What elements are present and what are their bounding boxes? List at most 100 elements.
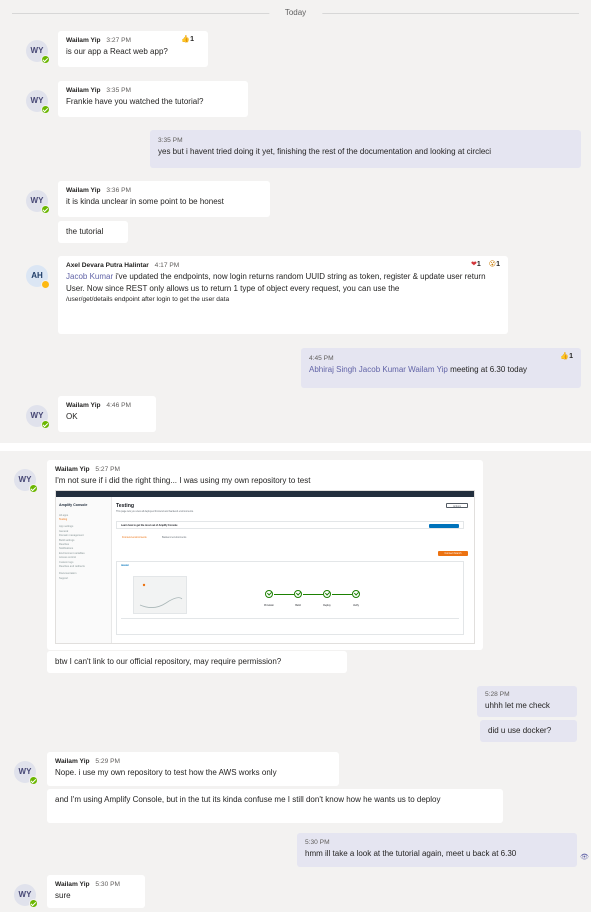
app-title: Testing xyxy=(116,503,135,509)
sidebar-item: Rewrites and redirects xyxy=(59,564,85,568)
presence-available-icon xyxy=(41,420,50,429)
mention-link[interactable]: Jacob Kumar xyxy=(66,272,113,281)
app-description: This page lets you view all deployed fro… xyxy=(116,510,194,513)
stage-provision-icon xyxy=(265,590,273,598)
message-time: 5:27 PM xyxy=(95,466,120,473)
message-bubble[interactable]: Wailam Yip 3:27 PM is our app a React we… xyxy=(58,31,208,67)
stage-label: Deploy xyxy=(323,604,331,607)
message-text: sure xyxy=(55,891,71,900)
avatar[interactable]: WY xyxy=(14,761,38,785)
like-count: 1 xyxy=(569,353,573,360)
attached-screenshot[interactable]: Amplify Console All apps Testing App set… xyxy=(55,490,475,644)
like-icon: 👍 xyxy=(560,353,570,360)
my-message-bubble[interactable]: 4:45 PM Abhiraj Singh Jacob Kumar Wailam… xyxy=(301,348,581,388)
author-name: Wailam Yip xyxy=(66,87,101,94)
stage-connector xyxy=(303,594,323,596)
message-time: 3:35 PM xyxy=(158,137,183,144)
mention-link[interactable]: Abhiraj Singh Jacob Kumar Wailam Yip xyxy=(309,365,448,374)
message-text: Nope. i use my own repository to test ho… xyxy=(55,768,277,777)
my-message-bubble-followup[interactable]: did u use docker? xyxy=(480,720,577,742)
message-time: 5:28 PM xyxy=(485,691,510,698)
presence-available-icon xyxy=(29,776,38,785)
message-body: meeting at 6.30 today xyxy=(447,365,528,374)
message-bubble[interactable]: Wailam Yip 3:35 PM Frankie have you watc… xyxy=(58,81,248,117)
reaction-summary[interactable]: 👍1 xyxy=(175,35,194,45)
my-message-bubble[interactable]: 5:30 PM hmm ill take a look at the tutor… xyxy=(297,833,577,867)
message-bubble[interactable]: Wailam Yip 4:46 PM OK xyxy=(58,396,156,432)
stage-label: Provision xyxy=(264,604,274,607)
message-bubble[interactable]: Axel Devara Putra Halintar 4:17 PM Jacob… xyxy=(58,256,508,334)
branch-card: master Provision Build Deploy Verify xyxy=(116,561,464,635)
avatar-initials: AH xyxy=(31,271,43,280)
reaction-summary[interactable]: ❤1 😮1 xyxy=(465,260,500,270)
read-receipt-icon: 👁 xyxy=(580,854,589,861)
presence-available-icon xyxy=(29,484,38,493)
avatar-initials: WY xyxy=(18,890,32,899)
avatar[interactable]: WY xyxy=(26,190,50,214)
message-header: Wailam Yip 5:29 PM xyxy=(55,757,331,767)
avatar[interactable]: WY xyxy=(26,40,50,64)
message-bubble[interactable]: Wailam Yip 3:36 PM it is kinda unclear i… xyxy=(58,181,270,217)
actions-button: Actions xyxy=(446,503,468,508)
reaction-summary[interactable]: 👍1 xyxy=(554,352,573,362)
avatar[interactable]: AH xyxy=(26,265,50,289)
my-message-bubble[interactable]: 3:35 PM yes but i havent tried doing it … xyxy=(150,130,581,168)
message-time: 4:45 PM xyxy=(309,355,334,362)
message-bubble-followup[interactable]: the tutorial xyxy=(58,221,128,243)
branch-name: master xyxy=(121,564,129,567)
message-text: OK xyxy=(66,412,78,421)
message-bubble-followup[interactable]: and I'm using Amplify Console, but in th… xyxy=(47,789,503,823)
message-text: uhhh let me check xyxy=(485,701,550,710)
author-name: Wailam Yip xyxy=(55,881,90,888)
preview-thumbnail xyxy=(133,576,187,614)
message-time: 3:27 PM xyxy=(106,37,131,44)
message-header: Wailam Yip 5:30 PM xyxy=(55,880,137,890)
avatar[interactable]: WY xyxy=(14,884,38,908)
sidebar-item: Support xyxy=(59,576,69,580)
author-name: Wailam Yip xyxy=(66,187,101,194)
message-bubble[interactable]: Wailam Yip 5:30 PM sure xyxy=(47,875,145,908)
my-message-bubble[interactable]: 5:28 PM uhhh let me check xyxy=(477,686,577,717)
avatar-initials: WY xyxy=(30,196,44,205)
stage-connector xyxy=(332,594,352,596)
message-body: i've updated the endpoints, now login re… xyxy=(66,272,486,293)
presence-available-icon xyxy=(41,55,50,64)
like-count: 1 xyxy=(190,36,194,43)
message-bubble-followup[interactable]: btw I can't link to our official reposit… xyxy=(47,651,347,673)
tab-backend: Backend environments xyxy=(162,536,187,539)
avatar-initials: WY xyxy=(18,767,32,776)
avatar[interactable]: WY xyxy=(26,90,50,114)
message-header: Wailam Yip 4:46 PM xyxy=(66,401,148,411)
message-text: it is kinda unclear in some point to be … xyxy=(66,197,224,206)
message-text: Abhiraj Singh Jacob Kumar Wailam Yip mee… xyxy=(309,364,573,376)
message-text: did u use docker? xyxy=(488,726,552,735)
message-text: hmm ill take a look at the tutorial agai… xyxy=(305,849,517,858)
presence-available-icon xyxy=(41,205,50,214)
message-text: yes but i havent tried doing it yet, fin… xyxy=(158,147,492,156)
message-text: I'm not sure if i did the right thing...… xyxy=(55,476,311,485)
avatar-initials: WY xyxy=(18,475,32,484)
message-bubble[interactable]: Wailam Yip 5:27 PM I'm not sure if i did… xyxy=(47,460,483,650)
like-icon: 👍 xyxy=(181,36,191,43)
learn-banner: Learn how to get the most out of Amplify… xyxy=(116,521,464,529)
avatar-initials: WY xyxy=(30,46,44,55)
amplify-main: Testing This page lets you view all depl… xyxy=(116,499,468,639)
message-header: Axel Devara Putra Halintar 4:17 PM xyxy=(66,261,500,271)
preview-chart-icon xyxy=(139,583,183,608)
author-name: Wailam Yip xyxy=(55,466,90,473)
presence-available-icon xyxy=(29,899,38,908)
heart-count: 1 xyxy=(476,261,481,268)
learn-banner-text: Learn how to get the most out of Amplify… xyxy=(121,524,178,527)
message-time: 5:30 PM xyxy=(305,839,330,846)
message-bubble[interactable]: Wailam Yip 5:29 PM Nope. i use my own re… xyxy=(47,752,339,786)
message-time: 5:30 PM xyxy=(95,881,120,888)
card-divider xyxy=(121,618,459,619)
learn-button xyxy=(429,523,459,528)
avatar[interactable]: WY xyxy=(14,469,38,493)
amplify-console-title: Amplify Console xyxy=(59,503,88,507)
aws-top-bar xyxy=(56,491,474,497)
avatar[interactable]: WY xyxy=(26,405,50,429)
message-text: the tutorial xyxy=(66,227,104,236)
message-header: Wailam Yip 3:36 PM xyxy=(66,186,262,196)
message-time: 3:35 PM xyxy=(106,87,131,94)
